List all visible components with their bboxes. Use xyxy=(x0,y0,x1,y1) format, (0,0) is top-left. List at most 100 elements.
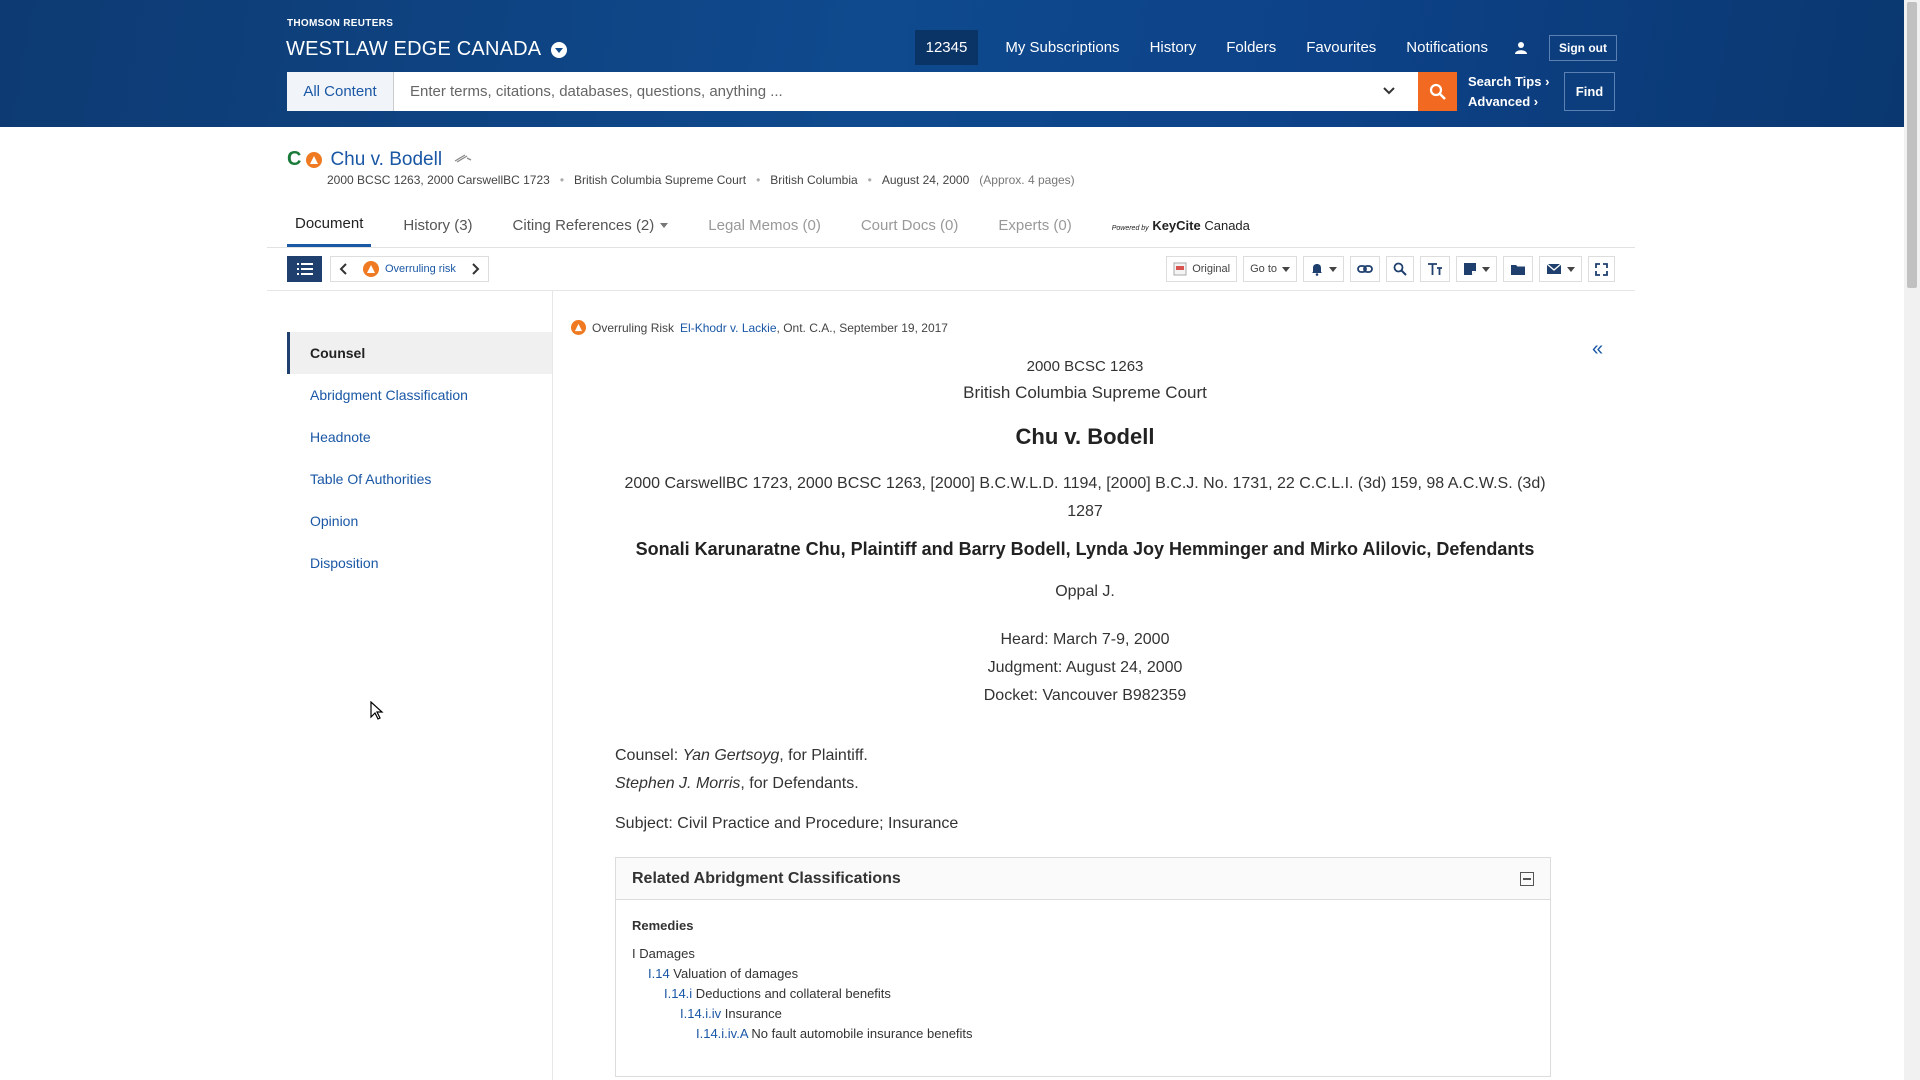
goto-dropdown[interactable]: Go to xyxy=(1243,256,1297,282)
original-image-button[interactable]: Original xyxy=(1166,256,1238,282)
meta-separator: • xyxy=(756,173,761,187)
toc-toggle-button[interactable] xyxy=(287,256,322,282)
case-dates: Heard: March 7-9, 2000 Judgment: August … xyxy=(620,626,1550,710)
doc-title: Chu v. Bodell xyxy=(330,148,443,170)
advanced-search-link[interactable]: Advanced › xyxy=(1468,92,1549,112)
alert-dropdown[interactable] xyxy=(1303,256,1344,282)
nav-subscriptions[interactable]: My Subscriptions xyxy=(990,30,1134,65)
content-type-select[interactable]: All Content xyxy=(287,72,394,111)
outline-item-headnote[interactable]: Headnote xyxy=(287,416,552,458)
list-item: I Damages xyxy=(632,944,1534,964)
counsel-plaintiff-name: Yan Gertsoyg xyxy=(682,747,780,764)
classification-text: Damages xyxy=(635,946,695,961)
doc-meta: 2000 BCSC 1263, 2000 CarswellBC 1723 • B… xyxy=(327,173,1075,187)
overruling-risk-icon[interactable] xyxy=(306,151,323,168)
classification-text: Insurance xyxy=(721,1006,782,1021)
bell-icon xyxy=(1312,264,1322,276)
original-label: Original xyxy=(1192,263,1231,275)
brand-product-label: WESTLAW EDGE CANADA xyxy=(286,38,542,60)
note-icon xyxy=(1464,263,1476,275)
product-switcher-icon[interactable] xyxy=(551,41,568,58)
related-abridgment-header[interactable]: Related Abridgment Classifications xyxy=(616,858,1550,900)
deliver-dropdown[interactable] xyxy=(1539,256,1582,282)
outline-item-authorities[interactable]: Table Of Authorities xyxy=(287,458,552,500)
classification-code[interactable]: I.14.i xyxy=(664,986,692,1001)
keycite-powered: Powered by xyxy=(1111,225,1149,232)
folder-icon xyxy=(1511,264,1525,275)
divider xyxy=(267,247,1635,248)
judgment-date: Judgment: August 24, 2000 xyxy=(987,659,1183,676)
outline-item-opinion[interactable]: Opinion xyxy=(287,500,552,542)
search-icon xyxy=(1429,83,1446,100)
user-icon[interactable] xyxy=(1503,32,1539,64)
outline-item-disposition[interactable]: Disposition xyxy=(287,542,552,584)
sign-out-button[interactable]: Sign out xyxy=(1549,34,1617,61)
save-to-folder-button[interactable] xyxy=(1503,256,1533,282)
list-icon xyxy=(296,263,313,275)
court-name: British Columbia Supreme Court xyxy=(963,383,1207,402)
warning-icon xyxy=(571,320,586,335)
doc-court: British Columbia Supreme Court xyxy=(574,173,747,187)
nav-folders[interactable]: Folders xyxy=(1211,30,1291,65)
nav-favourites[interactable]: Favourites xyxy=(1291,30,1391,65)
doc-citations: 2000 BCSC 1263, 2000 CarswellBC 1723 xyxy=(327,173,550,187)
tab-document[interactable]: Document xyxy=(287,208,372,247)
collapse-panel-icon[interactable]: « xyxy=(1592,338,1603,361)
tab-history[interactable]: History (3) xyxy=(395,210,480,246)
list-item: I.14 Valuation of damages xyxy=(632,964,1534,984)
chevron-left-icon[interactable] xyxy=(333,263,355,275)
mouse-cursor-icon xyxy=(370,700,384,726)
overruling-risk-nav[interactable]: Overruling risk xyxy=(355,261,464,277)
keycite-logo: Powered by KeyCite Canada xyxy=(1112,218,1250,233)
related-abridgment-title: Related Abridgment Classifications xyxy=(632,869,901,887)
search-button[interactable] xyxy=(1418,72,1457,111)
tab-court-docs: Court Docs (0) xyxy=(860,216,959,234)
chevron-down-icon xyxy=(1282,266,1290,272)
classification-code[interactable]: I.14 xyxy=(648,966,670,981)
keycite-flag[interactable]: C xyxy=(287,148,301,171)
brand-company: THOMSON REUTERS xyxy=(287,18,394,29)
client-id-button[interactable]: 12345 xyxy=(914,30,979,65)
chevron-right-icon[interactable] xyxy=(464,263,486,275)
divider xyxy=(267,290,1635,291)
edit-title-icon[interactable] xyxy=(453,151,473,169)
overruling-risk-label: Overruling risk xyxy=(385,263,456,275)
scrollbar-thumb[interactable] xyxy=(1907,2,1917,288)
related-abridgment-body: Remedies I Damages I.14 Valuation of dam… xyxy=(616,900,1550,1060)
abridgment-category: Remedies xyxy=(632,918,694,933)
docket-number: Docket: Vancouver B982359 xyxy=(983,687,1187,704)
text-size-button[interactable] xyxy=(1420,256,1450,282)
tab-citing-references-label: Citing References (2) xyxy=(512,216,655,234)
overruling-risk-notice: Overruling Risk El-Khodr v. Lackie, Ont.… xyxy=(571,320,948,335)
counsel-defendant-name: Stephen J. Morris xyxy=(615,775,741,792)
annotation-dropdown[interactable] xyxy=(1456,256,1497,282)
fullscreen-button[interactable] xyxy=(1588,256,1615,282)
chevron-down-icon[interactable] xyxy=(1382,84,1396,103)
nav-notifications[interactable]: Notifications xyxy=(1391,30,1503,65)
search-links: Search Tips › Advanced › xyxy=(1468,72,1549,112)
parallel-citations: 2000 CarswellBC 1723, 2000 BCSC 1263, [2… xyxy=(624,475,1546,520)
classification-code[interactable]: I.14.i.iv.A xyxy=(696,1026,748,1041)
collapse-icon[interactable] xyxy=(1520,871,1534,886)
risk-prefix: Overruling Risk xyxy=(592,320,675,335)
find-button[interactable]: Find xyxy=(1564,72,1615,111)
search-tips-link[interactable]: Search Tips › xyxy=(1468,72,1549,92)
chevron-down-icon xyxy=(1482,266,1490,272)
classification-code[interactable]: I.14.i.iv xyxy=(680,1006,721,1021)
nav-history[interactable]: History xyxy=(1135,30,1212,65)
goto-label: Go to xyxy=(1250,263,1277,275)
doc-date: August 24, 2000 xyxy=(881,173,970,187)
risk-case-link[interactable]: El-Khodr v. Lackie xyxy=(680,321,777,335)
outline-item-counsel[interactable]: Counsel xyxy=(287,332,552,374)
tab-citing-references[interactable]: Citing References (2) xyxy=(505,210,677,246)
keycite-country: Canada xyxy=(1200,218,1250,233)
doc-jurisdiction: British Columbia xyxy=(770,173,858,187)
brand-product[interactable]: WESTLAW EDGE CANADA xyxy=(286,38,568,61)
list-item: I.14.i.iv Insurance xyxy=(632,1004,1534,1024)
counsel-section: Counsel: Yan Gertsoyg, for Plaintiff. St… xyxy=(615,742,868,798)
link-button[interactable] xyxy=(1350,256,1380,282)
search-input[interactable] xyxy=(394,72,1418,111)
neutral-citation: 2000 BCSC 1263 xyxy=(1026,358,1144,375)
outline-item-abridgment[interactable]: Abridgment Classification xyxy=(287,374,552,416)
search-within-button[interactable] xyxy=(1386,256,1414,282)
